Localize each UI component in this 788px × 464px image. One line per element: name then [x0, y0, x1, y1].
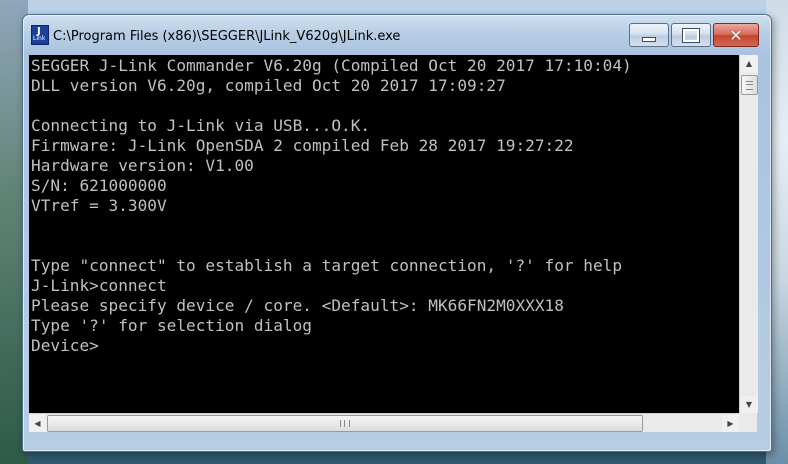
close-button[interactable]: ✕ [713, 23, 759, 47]
close-icon: ✕ [729, 25, 743, 45]
console-line: VTref = 3.300V [31, 196, 167, 215]
maximize-button[interactable] [671, 23, 711, 47]
console-line: Type "connect" to establish a target con… [31, 256, 623, 275]
scroll-up-icon[interactable]: ▲ [740, 55, 758, 72]
console-line: S/N: 621000000 [31, 176, 167, 195]
maximize-icon [672, 24, 710, 46]
jlink-app-icon[interactable]: J Link [31, 25, 49, 45]
console-line: Hardware version: V1.00 [31, 156, 254, 175]
window-title: C:\Program Files (x86)\SEGGER\JLink_V620… [53, 29, 401, 44]
scroll-right-icon[interactable]: ▶ [722, 414, 739, 432]
scroll-down-icon[interactable]: ▼ [740, 396, 758, 413]
minimize-button[interactable] [629, 23, 669, 47]
scroll-left-icon[interactable]: ◀ [29, 414, 46, 432]
console-line: Connecting to J-Link via USB...O.K. [31, 116, 371, 135]
horizontal-scrollbar[interactable]: ◀ ▶ [29, 413, 739, 432]
scrollbar-corner [739, 413, 757, 432]
console-line: J-Link>connect [31, 276, 167, 295]
title-bar[interactable]: J Link C:\Program Files (x86)\SEGGER\JLin… [23, 15, 771, 49]
console-line: SEGGER J-Link Commander V6.20g (Compiled… [31, 56, 632, 75]
vertical-scrollbar[interactable]: ▲ ▼ [739, 55, 758, 413]
console-window: J Link C:\Program Files (x86)\SEGGER\JLin… [22, 14, 772, 452]
console-prompt[interactable]: Device> [31, 336, 747, 356]
minimize-icon [630, 24, 668, 46]
console-line: DLL version V6.20g, compiled Oct 20 2017… [31, 76, 506, 95]
console-line: Type '?' for selection dialog [31, 316, 312, 335]
console-output[interactable]: SEGGER J-Link Commander V6.20g (Compiled… [29, 55, 747, 413]
horizontal-scroll-thumb[interactable] [47, 415, 643, 432]
console-line: Please specify device / core. <Default>:… [31, 296, 564, 315]
console-line: Firmware: J-Link OpenSDA 2 compiled Feb … [31, 136, 574, 155]
vertical-scroll-thumb[interactable] [741, 75, 758, 95]
